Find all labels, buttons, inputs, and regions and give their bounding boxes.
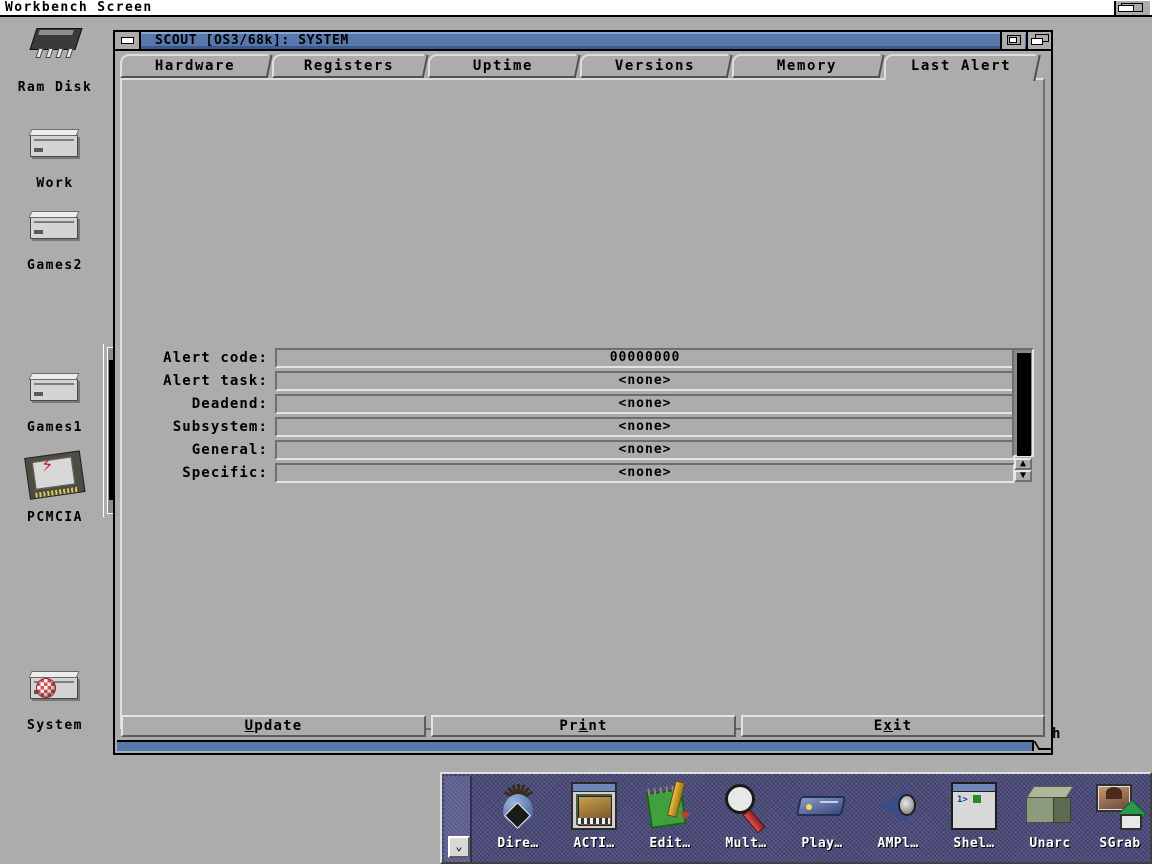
drive-ball-icon [0,660,110,716]
dock-item-ampl[interactable]: AMPl… [860,778,936,862]
screengrab-icon [1082,778,1152,836]
dock-item-sgrab[interactable]: SGrab [1082,778,1152,862]
window-title: SCOUT [OS3/68k]: SYSTEM [155,33,349,48]
chip-icon [0,22,110,78]
icon-label: PCMCIA [27,510,83,525]
field-value-subsystem[interactable]: <none> [275,417,1015,437]
field-label: General: [191,442,268,458]
dock-item-unarc[interactable]: Unarc [1012,778,1088,862]
alert-fields: Alert code: 00000000 Alert task: <none> … [130,348,1026,486]
tab-uptime[interactable]: Uptime [428,54,576,78]
dock-item-label: ACTI… [573,836,615,851]
field-label: Alert task: [163,373,268,389]
scroll-down-icon[interactable]: ▼ [1014,470,1032,482]
tab-hardware[interactable]: Hardware [120,54,268,78]
icon-label: System [27,718,83,733]
dock-item-label: Mult… [725,836,767,851]
dock-item-dire[interactable]: Dire… [480,778,556,862]
window-titlebar[interactable]: SCOUT [OS3/68k]: SYSTEM [115,32,1051,51]
icon-label: Games2 [27,258,83,273]
icon-label: Games1 [27,420,83,435]
desktop-icon-ram-disk[interactable]: Ram Disk [0,22,110,95]
red-ball-icon [36,678,56,698]
button-bar: Update Print Exit [121,715,1045,737]
dock-item-label: Shel… [953,836,995,851]
table-row: Subsystem: <none> [130,417,1026,439]
pcmcia-icon: ⚡ [0,450,110,508]
field-label: Deadend: [191,396,268,412]
dock-item-acti[interactable]: ACTI… [556,778,632,862]
print-button[interactable]: Print [431,715,736,737]
tab-versions[interactable]: Versions [580,54,728,78]
field-label: Subsystem: [172,419,268,435]
background-window-text: h [1052,726,1061,742]
desktop-icon-games1[interactable]: Games1 [0,362,110,435]
desktop-icon-work[interactable]: Work [0,118,110,191]
box-icon [1012,778,1088,836]
table-row: Deadend: <none> [130,394,1026,416]
vertical-scrollbar[interactable]: ▲ ▼ [1012,348,1034,482]
magnifier-icon [708,778,784,836]
tab-registers[interactable]: Registers [272,54,424,78]
field-label: Alert code: [163,350,268,366]
drive-icon [0,200,110,256]
scroll-up-icon[interactable]: ▲ [1014,458,1032,470]
dopus-icon [480,778,556,836]
dock-item-mult[interactable]: Mult… [708,778,784,862]
dock-item-label: Play… [801,836,843,851]
window-bottom-border [117,740,1049,751]
scrollbar-thumb[interactable] [1017,353,1031,456]
icon-label: Ram Disk [17,80,93,95]
field-value-alert-task[interactable]: <none> [275,371,1015,391]
table-row: Alert task: <none> [130,371,1026,393]
update-button[interactable]: Update [121,715,426,737]
close-icon[interactable] [115,32,141,49]
window-icon [556,778,632,836]
screen-title: Workbench Screen [5,0,153,15]
depth-front-shape [1118,5,1134,12]
scout-window: SCOUT [OS3/68k]: SYSTEM Hardware Registe… [113,30,1053,755]
dock-item-label: AMPl… [877,836,919,851]
desktop-icon-games2[interactable]: Games2 [0,200,110,273]
resize-handle-icon[interactable] [1032,740,1052,751]
chevron-down-icon[interactable]: ⌄ [448,836,470,858]
tab-bar: Hardware Registers Uptime Versions Memor… [120,54,1045,80]
screen-depth-gadget[interactable] [1114,1,1150,15]
desktop-icon-pcmcia[interactable]: ⚡ PCMCIA [0,450,110,525]
shell-icon: 1> [936,778,1012,836]
table-row: General: <none> [130,440,1026,462]
field-value-deadend[interactable]: <none> [275,394,1015,414]
zoom-icon[interactable] [1000,32,1025,49]
dock-item-edit[interactable]: Edit… [632,778,708,862]
scrollbar-track[interactable] [1012,348,1034,457]
dock-item-label: Dire… [497,836,539,851]
desktop-icon-system[interactable]: System [0,660,110,733]
drive-icon [0,118,110,174]
field-value-alert-code[interactable]: 00000000 [275,348,1015,368]
table-row: Alert code: 00000000 [130,348,1026,370]
notepad-icon [632,778,708,836]
speaker-icon [860,778,936,836]
dock-item-label: Unarc [1029,836,1071,851]
tab-memory[interactable]: Memory [732,54,880,78]
field-value-specific[interactable]: <none> [275,463,1015,483]
dock-item-label: SGrab [1099,836,1141,851]
icon-label: Work [36,176,74,191]
exit-button[interactable]: Exit [741,715,1045,737]
field-value-general[interactable]: <none> [275,440,1015,460]
drive-icon [0,362,110,418]
dock-handle[interactable]: ⌄ [444,776,472,862]
tab-last-alert[interactable]: Last Alert [884,54,1036,80]
workbench-screen: Workbench Screen Ram Disk Work Games2 Ga… [0,0,1152,864]
depth-icon[interactable] [1026,32,1051,49]
table-row: Specific: <none> [130,463,1026,485]
player-icon [784,778,860,836]
tab-content-panel: Alert code: 00000000 Alert task: <none> … [120,78,1045,730]
dock-toolbar: ⌄ Dire… ACTI… Edit… Mult… Play… AMPl… 1>… [440,772,1152,864]
dock-item-play[interactable]: Play… [784,778,860,862]
dock-item-label: Edit… [649,836,691,851]
field-label: Specific: [182,465,268,481]
dock-item-shel[interactable]: 1> Shel… [936,778,1012,862]
screen-titlebar[interactable]: Workbench Screen [0,0,1152,17]
